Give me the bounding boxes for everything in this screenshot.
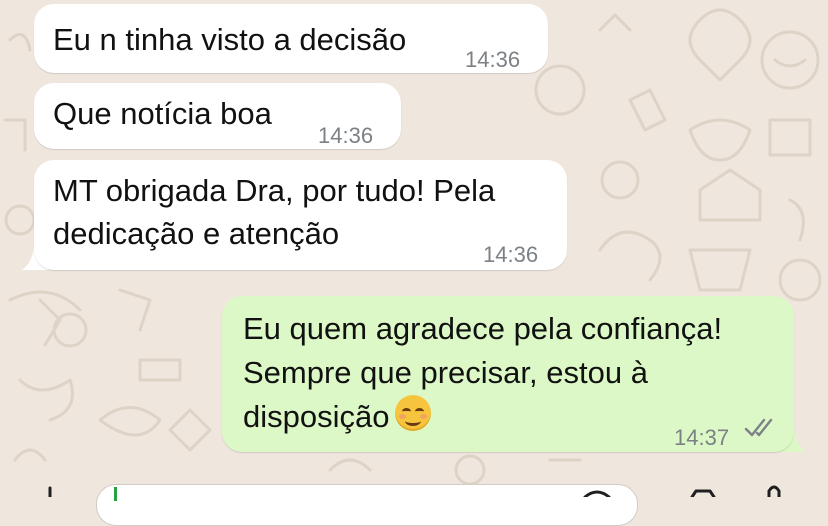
- sticker-icon[interactable]: [582, 488, 612, 497]
- message-timestamp: 14:37: [674, 425, 730, 450]
- message-text-line: Eu quem agradece pela confiança!: [243, 311, 723, 346]
- message-timestamp: 14:36: [318, 123, 374, 148]
- message-text: Eu n tinha visto a decisão: [53, 22, 407, 57]
- smiling-face-icon: [395, 395, 432, 431]
- camera-icon[interactable]: [688, 488, 718, 497]
- read-receipt-icon: [744, 418, 773, 437]
- message-input[interactable]: [96, 484, 638, 526]
- message-bubble-incoming[interactable]: Que notícia boa 14:36: [34, 83, 401, 149]
- message-text: disposição: [243, 399, 390, 434]
- message-text: Que notícia boa: [53, 96, 272, 131]
- message-text-line: dedicação e atenção: [53, 216, 340, 251]
- message-text-line: disposição: [243, 395, 432, 439]
- message-bubble-incoming[interactable]: MT obrigada Dra, por tudo! Pela dedicaçã…: [34, 160, 567, 270]
- message-text-line: MT obrigada Dra, por tudo! Pela: [53, 173, 496, 208]
- message-bubble-outgoing[interactable]: Eu quem agradece pela confiança! Sempre …: [222, 296, 794, 452]
- message-text-line: Sempre que precisar, estou à: [243, 355, 648, 390]
- plus-icon[interactable]: [40, 486, 60, 497]
- text-cursor: [114, 487, 117, 501]
- message-bubble-incoming[interactable]: Eu n tinha visto a decisão 14:36: [34, 4, 548, 73]
- microphone-icon[interactable]: [762, 484, 786, 497]
- message-timestamp: 14:36: [483, 242, 539, 267]
- message-timestamp: 14:36: [465, 47, 521, 72]
